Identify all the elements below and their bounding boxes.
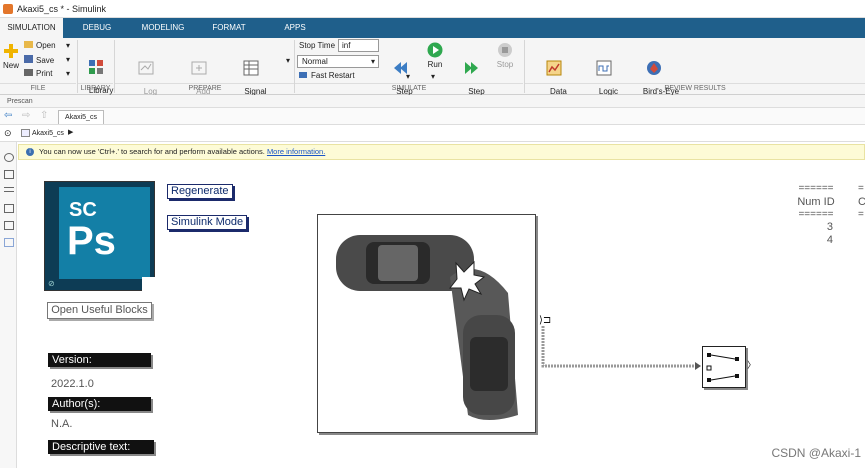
- table-partial-column: = C =: [858, 183, 865, 220]
- bus-selector-block[interactable]: [702, 346, 746, 388]
- more-information-link[interactable]: More information.: [267, 147, 325, 156]
- bus-selector-icon: [706, 353, 739, 382]
- canvas-tool-palette: [0, 142, 17, 468]
- version-label: Version:: [48, 353, 151, 367]
- table-header: Num ID: [797, 196, 835, 208]
- library-browser-icon: [89, 60, 103, 74]
- info-notification-bar: i You can now use 'Ctrl+.' to search for…: [18, 144, 865, 160]
- area-icon[interactable]: [4, 238, 14, 247]
- open-useful-blocks-button[interactable]: Open Useful Blocks: [47, 302, 152, 319]
- data-inspector-icon: [546, 60, 562, 76]
- simulation-mode-dropdown[interactable]: Normal ▾: [297, 55, 379, 68]
- open-button[interactable]: Open ▾: [24, 41, 70, 51]
- up-arrow-icon[interactable]: ⇧: [40, 111, 48, 121]
- back-arrow-icon[interactable]: ⇦: [4, 111, 12, 121]
- navigation-bar: ⇦ ⇨ ⇧: [0, 108, 865, 125]
- breadcrumb-arrow-icon[interactable]: ▶: [68, 128, 73, 138]
- tab-format[interactable]: FORMAT: [205, 18, 253, 38]
- collision-scene-block[interactable]: [317, 214, 536, 433]
- table-separator: ======: [798, 183, 834, 194]
- step-forward-icon: [465, 62, 478, 74]
- new-button[interactable]: New: [2, 43, 20, 70]
- descriptive-text-label: Descriptive text:: [48, 440, 154, 454]
- ribbon-tab-bar: SIMULATION DEBUG MODELING FORMAT APPS: [0, 18, 865, 38]
- logo-text-ps: Ps: [67, 219, 116, 263]
- prescan-toolbar: Prescan: [0, 95, 865, 108]
- info-message: You can now use 'Ctrl+.' to search for a…: [39, 147, 265, 156]
- fit-to-view-icon[interactable]: [4, 170, 14, 179]
- simulink-mode-button[interactable]: Simulink Mode: [167, 215, 248, 230]
- image-icon[interactable]: [4, 221, 14, 230]
- car-collision-image: [336, 235, 518, 420]
- stop-time-input[interactable]: inf: [338, 39, 379, 52]
- ribbon-toolstrip: New Open▾ Save▾ Print▾ FILE Library Brow…: [0, 38, 865, 105]
- author-value: N.A.: [51, 418, 73, 430]
- logo-corner-block: [142, 277, 155, 291]
- group-prepare-label: PREPARE: [115, 83, 295, 93]
- simulink-app-icon: [3, 4, 13, 14]
- stop-icon: [498, 43, 512, 57]
- logic-analyzer-icon: [596, 60, 612, 76]
- logo-text-sc: SC: [69, 199, 97, 221]
- table-separator: ======: [798, 209, 834, 220]
- prepare-more-button[interactable]: ▾: [284, 56, 292, 65]
- fast-restart-icon: [299, 72, 307, 78]
- group-review-label: REVIEW RESULTS: [525, 83, 865, 93]
- bus-output-port-icon[interactable]: 〉: [747, 361, 756, 370]
- regenerate-button[interactable]: Regenerate: [167, 184, 233, 199]
- author-label: Author(s):: [48, 397, 151, 411]
- annotation-icon[interactable]: [4, 204, 14, 213]
- version-value: 2022.1.0: [51, 378, 94, 390]
- signal-line[interactable]: [538, 324, 706, 372]
- log-signals-icon: [138, 61, 154, 75]
- group-library-label: LIBRARY: [78, 83, 113, 93]
- tab-modeling[interactable]: MODELING: [135, 18, 191, 38]
- model-icon: [21, 129, 30, 137]
- tab-simulation[interactable]: SIMULATION: [0, 18, 63, 38]
- stop-time-label: Stop Time: [299, 41, 336, 50]
- prescan-logo-block[interactable]: SC Ps ⊘: [44, 181, 155, 291]
- watermark: CSDN @Akaxi-1: [771, 446, 861, 460]
- print-button[interactable]: Print ▾: [24, 69, 70, 79]
- run-button[interactable]: Run ▾: [422, 42, 448, 81]
- window-title-bar: Akaxi5_cs * - Simulink: [0, 0, 865, 18]
- table-row: 3: [826, 221, 833, 233]
- tab-apps[interactable]: APPS: [275, 18, 315, 38]
- signal-table-icon: [243, 60, 259, 76]
- model-document-tab[interactable]: Akaxi5_cs: [58, 110, 104, 124]
- tab-debug[interactable]: DEBUG: [72, 18, 122, 38]
- hide-browser-icon[interactable]: ⊙: [4, 128, 12, 138]
- car-vertical: [450, 268, 518, 420]
- window-title: Akaxi5_cs * - Simulink: [17, 4, 107, 14]
- breadcrumb[interactable]: Akaxi5_cs: [32, 129, 64, 138]
- breadcrumb-bar: ⊙ Akaxi5_cs ▶: [0, 125, 865, 142]
- save-button[interactable]: Save ▾: [24, 55, 70, 66]
- add-viewer-icon: [191, 61, 207, 75]
- stop-button[interactable]: Stop: [494, 42, 516, 69]
- birds-eye-scope-icon: [647, 61, 661, 75]
- link-icon: ⊘: [48, 279, 55, 288]
- new-icon: [4, 44, 18, 58]
- info-icon: i: [26, 148, 34, 156]
- fast-restart-button[interactable]: Fast Restart: [299, 71, 355, 81]
- arrow-direction-icon[interactable]: [4, 187, 14, 192]
- folder-icon: [24, 41, 33, 48]
- run-icon: [427, 42, 443, 58]
- id-table: ====== Num ID ====== 3 4: [795, 183, 837, 247]
- print-icon: [24, 69, 33, 76]
- save-icon: [24, 55, 33, 63]
- forward-arrow-icon[interactable]: ⇨: [22, 111, 30, 121]
- table-row: 4: [826, 234, 833, 246]
- zoom-icon[interactable]: [4, 153, 14, 162]
- group-simulate-label: SIMULATE: [295, 83, 523, 93]
- group-file-label: FILE: [0, 83, 76, 93]
